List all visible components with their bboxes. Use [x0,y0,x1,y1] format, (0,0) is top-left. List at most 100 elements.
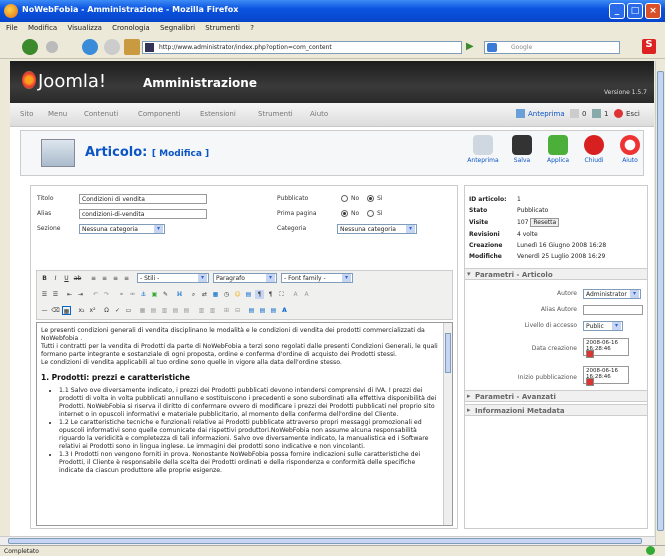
link-esci[interactable]: Esci [626,110,640,118]
alias-input[interactable]: condizioni-di-vendita [79,209,207,219]
search-input[interactable]: Google [484,41,620,54]
subscript-icon[interactable]: x₂ [77,306,86,315]
chiudi-button[interactable]: Chiudi [577,135,611,164]
style-select[interactable]: - Stili - [137,273,209,283]
menu-cronologia[interactable]: Cronologia [112,24,150,32]
bold-icon[interactable]: B [40,274,49,283]
cell-props-icon[interactable]: ▥ [160,306,169,315]
time-icon[interactable]: ◷ [222,290,231,299]
emotions-icon[interactable]: ☺ [233,290,242,299]
forward-icon[interactable] [46,41,58,53]
unlink-icon[interactable]: ⚮ [128,290,137,299]
close-window-icon[interactable]: × [645,3,661,19]
menu-menu[interactable]: Menu [48,110,67,118]
anteprima-button[interactable]: Anteprima [466,135,500,164]
maximize-icon[interactable]: □ [627,3,643,19]
delete-row-icon[interactable]: ▤ [182,306,191,315]
menu-sito[interactable]: Sito [20,110,33,118]
forecolor-icon[interactable]: A [291,290,300,299]
outdent-icon[interactable]: ⇤ [65,290,74,299]
reset-button[interactable]: Resetta [530,218,560,227]
home-icon[interactable] [124,39,140,55]
page-scroll-thumb[interactable] [657,71,664,531]
fullscreen-icon[interactable]: ⛶ [277,290,286,299]
menu-visualizza[interactable]: Visualizza [67,24,101,32]
font-select[interactable]: - Font family - [281,273,353,283]
cite-icon[interactable]: ▤ [247,306,256,315]
align-justify-icon[interactable]: ≡ [122,274,131,283]
align-center-icon[interactable]: ≡ [100,274,109,283]
italic-icon[interactable]: I [51,274,60,283]
indent-icon[interactable]: ⇥ [76,290,85,299]
advhr-icon[interactable]: ▭ [124,306,133,315]
menu-estensioni[interactable]: Estensioni [200,110,236,118]
link-anteprima[interactable]: Anteprima [528,110,565,118]
calendar-icon[interactable] [586,378,594,386]
superscript-icon[interactable]: x² [88,306,97,315]
number-list-icon[interactable]: ☰ [51,290,60,299]
find-icon[interactable]: ⌕ [189,290,198,299]
link-icon[interactable]: ⚭ [117,290,126,299]
hr-icon[interactable]: — [40,306,49,315]
cleanup-icon[interactable]: ✎ [161,290,170,299]
stop-icon[interactable] [104,39,120,55]
align-left-icon[interactable]: ≡ [89,274,98,283]
minimize-icon[interactable]: _ [609,3,625,19]
back-icon[interactable] [22,39,38,55]
split-cells-icon[interactable]: ⊞ [222,306,231,315]
charmap-icon[interactable]: Ω [102,306,111,315]
page-scrollbar[interactable] [655,61,665,545]
params-article-header[interactable]: Parametri - Articolo [465,268,647,280]
replace-icon[interactable]: ⇄ [200,290,209,299]
horizontal-scroll-thumb[interactable] [8,538,642,544]
applica-button[interactable]: Applica [541,135,575,164]
reload-icon[interactable] [82,39,98,55]
categoria-select[interactable]: Nessuna categoria [337,224,417,234]
menu-aiuto[interactable]: Aiuto [310,110,328,118]
rtl-icon[interactable]: ¶ [266,290,275,299]
menu-modifica[interactable]: Modifica [28,24,57,32]
styleprops-icon[interactable]: A [280,306,289,315]
pubblicato-si-radio[interactable] [367,195,374,202]
delete-col-icon[interactable]: ▥ [208,306,217,315]
params-advanced-header[interactable]: Parametri - Avanzati [465,390,647,402]
prima-si-radio[interactable] [367,210,374,217]
row-props-icon[interactable]: ▤ [149,306,158,315]
format-select[interactable]: Paragrafo [213,273,277,283]
menu-contenuti[interactable]: Contenuti [84,110,118,118]
editor-scroll-thumb[interactable] [445,333,451,373]
calendar-icon[interactable] [586,350,594,358]
ltr-icon[interactable]: ¶ [255,290,264,299]
menu-componenti[interactable]: Componenti [138,110,181,118]
sezione-select[interactable]: Nessuna categoria [79,224,165,234]
alias-autore-input[interactable] [583,305,643,315]
menu-file[interactable]: File [6,24,18,32]
html-icon[interactable]: ⌘ [175,290,184,299]
acronym-icon[interactable]: ▤ [269,306,278,315]
salva-button[interactable]: Salva [505,135,539,164]
date-icon[interactable]: ▦ [211,290,220,299]
anchor-icon[interactable]: ⚓ [139,290,148,299]
menu-segnalibri[interactable]: Segnalibri [160,24,195,32]
editor-scrollbar[interactable] [443,323,452,525]
menu-strumenti-j[interactable]: Strumenti [258,110,293,118]
google-icon[interactable] [487,43,497,52]
horizontal-scrollbar[interactable] [0,536,655,545]
undo-icon[interactable]: ↶ [91,290,100,299]
strike-icon[interactable]: ab [73,274,82,283]
insert-col-icon[interactable]: ▥ [197,306,206,315]
menu-strumenti[interactable]: Strumenti [205,24,240,32]
redo-icon[interactable]: ↷ [102,290,111,299]
image-icon[interactable]: ▣ [150,290,159,299]
autore-select[interactable]: Administrator [583,289,641,299]
removeformat-icon[interactable]: ⌫ [51,306,60,315]
underline-icon[interactable]: U [62,274,71,283]
prima-no-radio[interactable] [341,210,348,217]
visualaid-icon[interactable]: ▦ [62,306,71,315]
url-input[interactable]: http://www.administrator/index.php?optio… [142,41,462,54]
pubblicato-no-radio[interactable] [341,195,348,202]
editor-content[interactable]: Le presenti condizioni generali di vendi… [36,322,453,526]
titolo-input[interactable]: Condizioni di vendita [79,194,207,204]
aiuto-button[interactable]: Aiuto [613,135,647,164]
insert-row-icon[interactable]: ▤ [171,306,180,315]
